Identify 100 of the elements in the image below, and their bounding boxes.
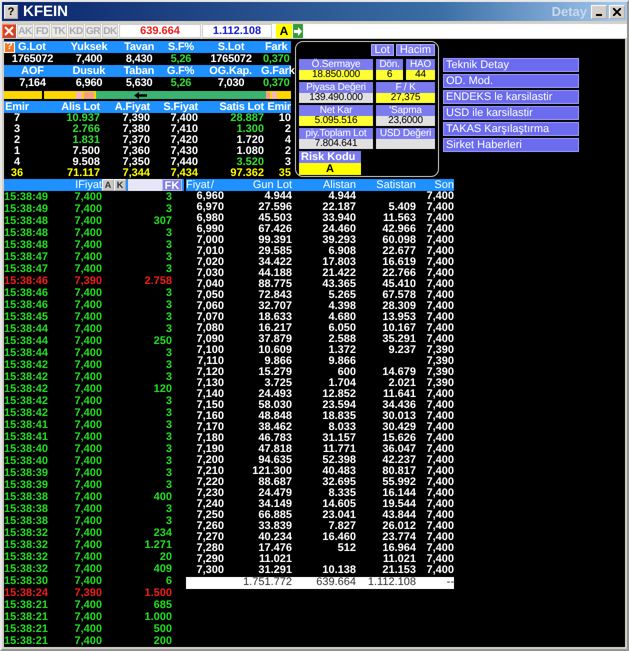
table-cell-text: 7,400	[425, 268, 454, 279]
table-cell-text: 7,400	[425, 235, 454, 246]
table-cell-text: 7,400	[425, 499, 454, 510]
toggle-button[interactable]: Lot	[370, 44, 394, 56]
action-button[interactable]: OD. Mod.	[443, 74, 579, 88]
table-cell-text: 18.835	[321, 411, 356, 422]
trade-price: 7,400	[73, 203, 102, 215]
field-value: 23,6000	[376, 116, 435, 126]
stat-value: 7,400	[74, 53, 104, 65]
trade-lot: 400	[152, 491, 172, 503]
arrow-right-button[interactable]	[293, 24, 303, 38]
trade-time: 15:38:42	[4, 371, 50, 383]
toggle-button[interactable]: Hacim	[396, 44, 435, 56]
table-cell-text: 7,140	[195, 389, 224, 400]
table-cell-text: 34.149	[257, 499, 292, 510]
field-label: piy.Toplam Lot	[299, 128, 373, 139]
trade-lot: 3	[164, 515, 172, 527]
table-cell-text: 7,400	[425, 422, 454, 433]
sort-button[interactable]: A	[102, 179, 114, 191]
trade-time: 15:38:39	[4, 479, 50, 491]
column-header: Satis Lot	[218, 101, 264, 113]
window-title: KFEIN	[23, 3, 68, 20]
table-cell-text: 11.641	[382, 389, 416, 400]
field-label: USD Değeri	[376, 128, 435, 139]
sort-button[interactable]: K	[114, 179, 126, 191]
table-cell-text: 30.013	[381, 411, 416, 422]
column-header: G.F%	[166, 65, 196, 77]
table-cell-text: 66.885	[257, 510, 292, 521]
action-button[interactable]: TAKAS Karşılaştırma	[443, 122, 579, 136]
field-label: F / K	[376, 82, 435, 93]
table-cell-text: 45.503	[257, 213, 292, 224]
filter-button[interactable]: FK	[162, 179, 182, 191]
column-header: AOF	[20, 65, 45, 77]
column-header: Dusuk	[72, 65, 106, 77]
trade-price: 7,400	[73, 611, 102, 623]
table-cell-text: 7,120	[195, 367, 224, 378]
table-cell-text: 22.677	[381, 246, 416, 257]
table-cell-text: 42.966	[381, 224, 416, 235]
table-cell-text: 7,400	[425, 312, 454, 323]
help-button[interactable]: ?	[4, 4, 18, 18]
trade-price: 7,400	[73, 575, 102, 587]
table-cell-text: 2	[284, 124, 291, 135]
field-label: Ö.Sermaye	[299, 59, 373, 70]
field-value: 44	[406, 70, 435, 80]
filter-field[interactable]	[128, 179, 162, 191]
trade-price: 7,400	[73, 395, 102, 407]
field-label: 'Sapma	[376, 105, 435, 116]
stat-value: 1765072	[10, 53, 54, 65]
table-cell-text: 1.300	[235, 124, 264, 135]
total-cell-text: 71.117	[66, 168, 100, 179]
risk-value: A	[299, 163, 361, 175]
table-cell-text: 7,250	[195, 510, 224, 521]
field-value: 5.095.516	[299, 116, 373, 126]
table-cell-text: 80.817	[381, 466, 416, 477]
trade-time: 15:38:45	[4, 311, 50, 323]
column-header: Yuksek	[70, 41, 108, 53]
trade-time: 15:38:42	[4, 407, 50, 419]
table-cell-text: 3	[284, 157, 291, 168]
column-header: Taban	[122, 65, 156, 77]
trade-price: 7,400	[73, 287, 102, 299]
trade-time: 15:38:32	[4, 527, 50, 539]
table-cell-text: 88.687	[257, 477, 292, 488]
trade-price: 7,400	[73, 191, 102, 203]
table-cell-text: 7,090	[195, 334, 224, 345]
table-cell-text: 36.047	[381, 444, 416, 455]
trade-price: 7,400	[73, 467, 102, 479]
minimize-button[interactable]	[591, 4, 607, 18]
action-button[interactable]: Teknik Detay	[443, 58, 579, 72]
trade-lot: 3	[164, 395, 172, 407]
column-header: Emir	[266, 101, 291, 113]
trade-lot: 6	[164, 575, 172, 587]
table-cell-text: 7,390	[425, 345, 454, 356]
trade-lot: 3	[164, 443, 172, 455]
table-cell-text: 7,400	[425, 334, 454, 345]
table-cell-text: 7,270	[195, 532, 224, 543]
table-cell-text: 7,350	[121, 157, 150, 168]
trade-time: 15:38:46	[4, 275, 50, 287]
table-cell-text: 2	[12, 135, 22, 146]
table-cell-text: 7,370	[121, 135, 150, 146]
table-cell-text: 35.291	[381, 334, 416, 345]
trade-price: 7,400	[73, 347, 102, 359]
column-header: Alistan	[322, 179, 356, 191]
table-cell-text: 6,990	[195, 224, 224, 235]
table-cell-text: 7,400	[425, 543, 454, 554]
action-button[interactable]: Sirket Haberleri	[443, 138, 579, 152]
table-cell-text: 7,400	[425, 224, 454, 235]
action-button[interactable]: ENDEKS le karsilastir	[443, 90, 579, 104]
table-cell-text: 7,390	[425, 367, 454, 378]
table-cell-text: 7,400	[425, 389, 454, 400]
close-icon	[4, 26, 14, 36]
trade-lot: 3	[164, 371, 172, 383]
table-cell-text: 88.775	[257, 279, 292, 290]
total-cell-text: --	[446, 577, 454, 589]
field-label: HAO	[406, 59, 435, 70]
action-button[interactable]: USD ile karsilastir	[443, 106, 579, 120]
trade-lot: 3	[164, 455, 172, 467]
trade-price: 7,400	[73, 419, 102, 431]
table-cell-text: 2.588	[327, 334, 356, 345]
table-cell-text: 7,400	[170, 113, 198, 124]
table-cell-text: 32.707	[257, 301, 292, 312]
